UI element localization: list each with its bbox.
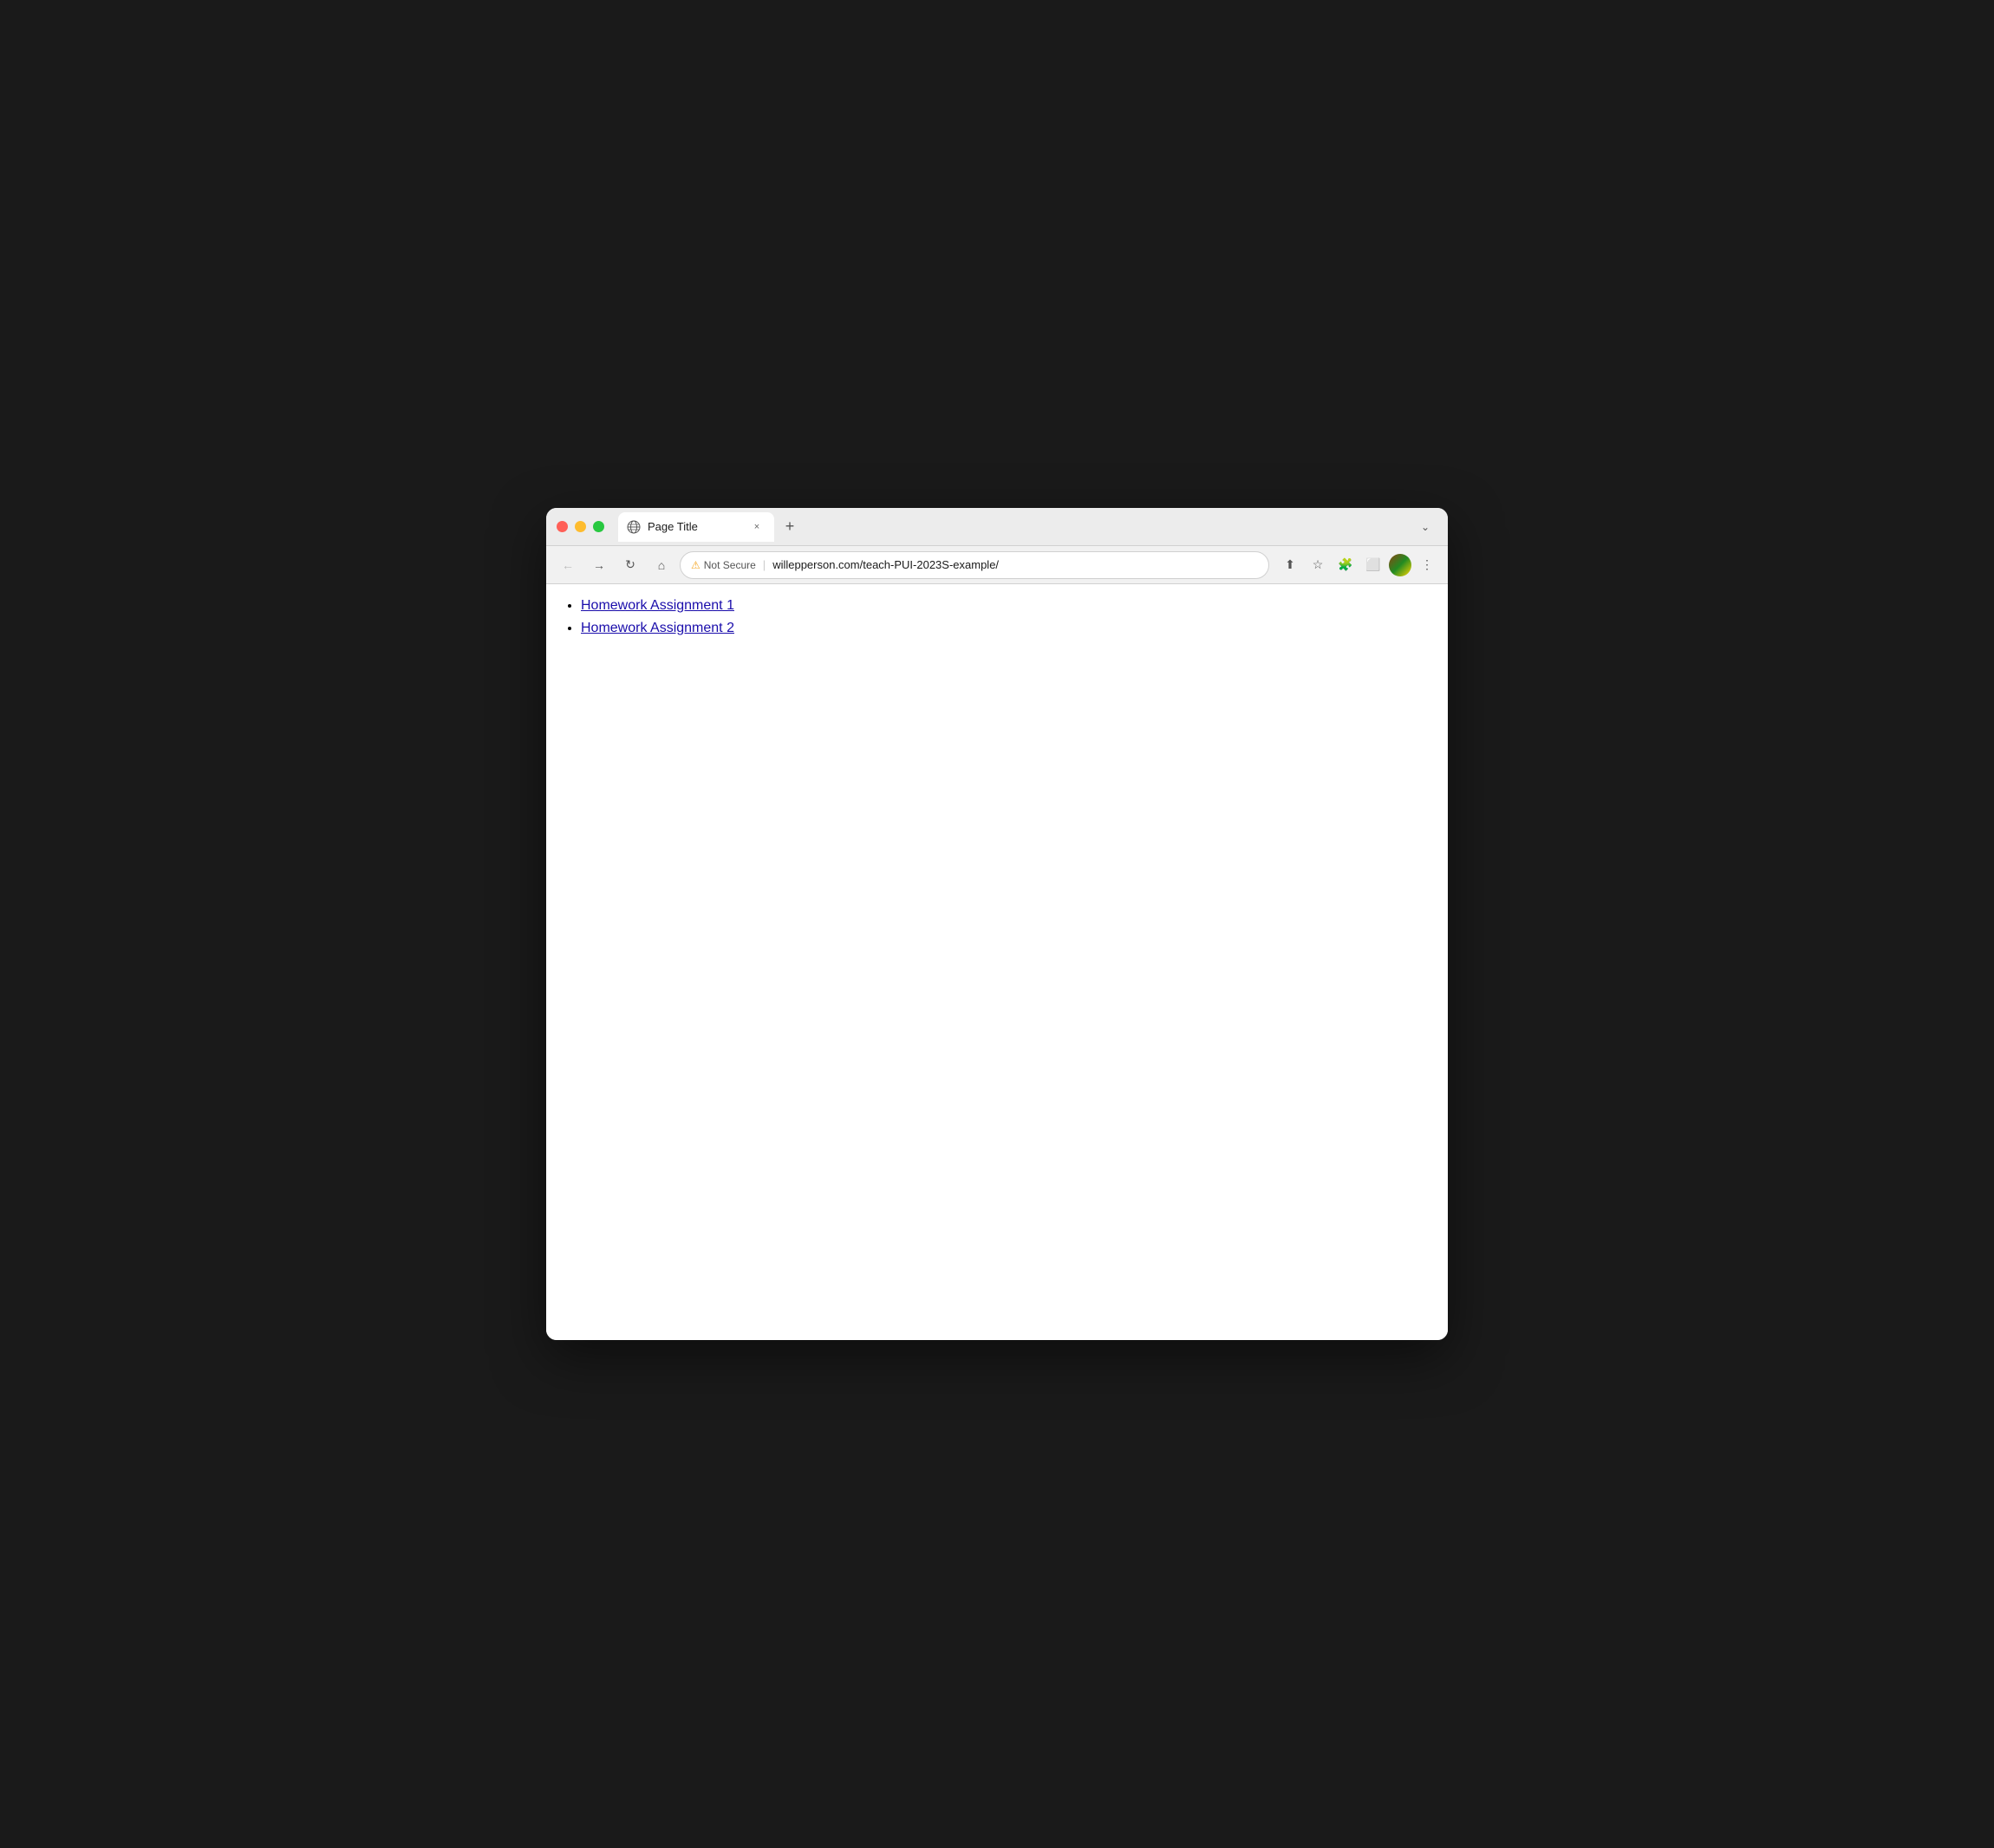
list-item: Homework Assignment 2 bbox=[581, 621, 1430, 636]
browser-window: Page Title × + ⌄ ← → ↻ ⌂ ⚠ Not Secure | … bbox=[546, 508, 1448, 1340]
tab-expand-button[interactable]: ⌄ bbox=[1413, 515, 1437, 539]
address-url: willepperson.com/teach-PUI-2023S-example… bbox=[772, 558, 999, 571]
forward-button[interactable]: → bbox=[586, 552, 612, 578]
share-button[interactable]: ⬆ bbox=[1278, 553, 1302, 577]
tab-favicon bbox=[627, 520, 641, 534]
close-button[interactable] bbox=[557, 521, 568, 532]
tab-bar: Page Title × + ⌄ bbox=[615, 512, 1437, 542]
new-tab-button[interactable]: + bbox=[778, 515, 802, 539]
window-controls bbox=[557, 521, 604, 532]
bookmark-button[interactable]: ☆ bbox=[1306, 553, 1330, 577]
active-tab[interactable]: Page Title × bbox=[618, 512, 774, 542]
nav-actions: ⬆ ☆ 🧩 ⬜ ⋮ bbox=[1278, 553, 1439, 577]
more-button[interactable]: ⋮ bbox=[1415, 553, 1439, 577]
profile-avatar[interactable] bbox=[1389, 554, 1411, 576]
not-secure-indicator: ⚠ Not Secure bbox=[691, 559, 756, 571]
tab-title: Page Title bbox=[648, 520, 743, 533]
address-bar[interactable]: ⚠ Not Secure | willepperson.com/teach-PU… bbox=[680, 551, 1269, 579]
back-button[interactable]: ← bbox=[555, 552, 581, 578]
address-separator: | bbox=[763, 558, 766, 571]
tab-close-button[interactable]: × bbox=[750, 520, 764, 534]
split-view-button[interactable]: ⬜ bbox=[1361, 553, 1385, 577]
not-secure-text: Not Secure bbox=[704, 559, 756, 571]
home-button[interactable]: ⌂ bbox=[648, 552, 674, 578]
homework-link-1[interactable]: Homework Assignment 1 bbox=[581, 598, 734, 613]
page-content: Homework Assignment 1 Homework Assignmen… bbox=[546, 584, 1448, 1340]
nav-bar: ← → ↻ ⌂ ⚠ Not Secure | willepperson.com/… bbox=[546, 546, 1448, 584]
refresh-button[interactable]: ↻ bbox=[617, 552, 643, 578]
list-item: Homework Assignment 1 bbox=[581, 598, 1430, 614]
homework-list: Homework Assignment 1 Homework Assignmen… bbox=[564, 598, 1430, 636]
extensions-button[interactable]: 🧩 bbox=[1333, 553, 1358, 577]
warning-icon: ⚠ bbox=[691, 559, 701, 571]
homework-link-2[interactable]: Homework Assignment 2 bbox=[581, 621, 734, 635]
maximize-button[interactable] bbox=[593, 521, 604, 532]
title-bar: Page Title × + ⌄ bbox=[546, 508, 1448, 546]
minimize-button[interactable] bbox=[575, 521, 586, 532]
